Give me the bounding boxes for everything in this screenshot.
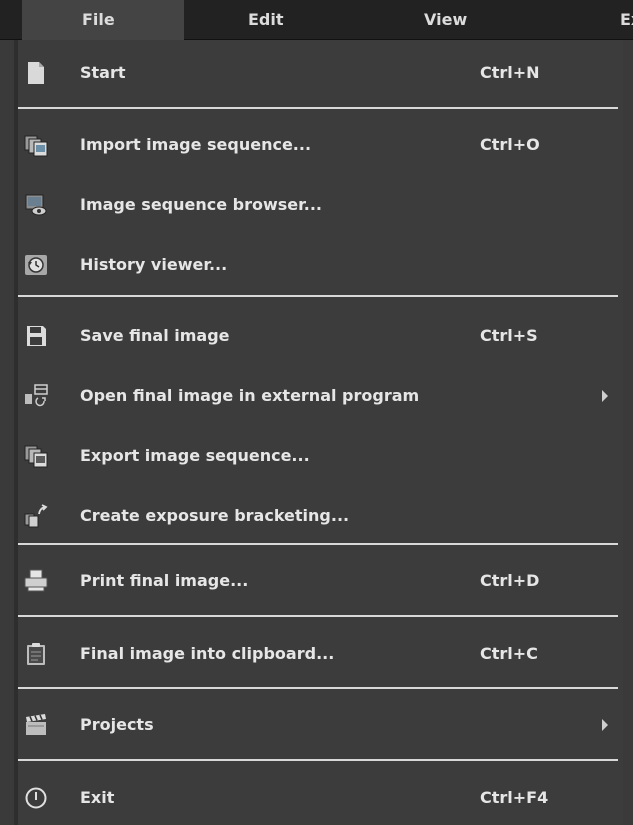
menu-item-shortcut: Ctrl+S [480, 326, 538, 345]
menu-item-import-image-sequence[interactable]: Import image sequence... Ctrl+O [14, 120, 623, 170]
menu-item-export-image-sequence[interactable]: Export image sequence... [14, 431, 623, 481]
menu-item-create-exposure-bracketing[interactable]: Create exposure bracketing... [14, 491, 623, 541]
submenu-arrow-icon [602, 390, 608, 402]
history-icon [25, 255, 47, 275]
menu-separator [18, 295, 618, 297]
menu-item-image-sequence-browser[interactable]: Image sequence browser... [14, 180, 623, 230]
menu-item-projects[interactable]: Projects [14, 700, 623, 750]
menu-bar: File Edit View Ex [0, 0, 633, 40]
clipboard-icon [27, 643, 45, 665]
menu-item-label: Final image into clipboard... [80, 644, 335, 663]
clapperboard-icon [26, 714, 46, 735]
menu-item-shortcut: Ctrl+F4 [480, 788, 549, 807]
menu-item-label: Exit [80, 788, 115, 807]
menu-item-label: Save final image [80, 326, 230, 345]
menu-item-label: Print final image... [80, 571, 249, 590]
menu-item-save-final-image[interactable]: Save final image Ctrl+S [14, 311, 623, 361]
menu-item-shortcut: Ctrl+D [480, 571, 540, 590]
menu-item-shortcut: Ctrl+C [480, 644, 538, 663]
menu-item-label: History viewer... [80, 255, 228, 274]
blank-page-icon [28, 62, 44, 84]
menu-item-shortcut: Ctrl+O [480, 135, 540, 154]
menu-item-label: Open final image in external program [80, 386, 420, 405]
bracketing-icon [24, 504, 48, 528]
submenu-arrow-icon [602, 719, 608, 731]
external-program-icon [25, 384, 48, 407]
menu-item-label: Create exposure bracketing... [80, 506, 350, 525]
menu-separator [18, 687, 618, 689]
menu-item-history-viewer[interactable]: History viewer... [14, 240, 623, 290]
menu-separator [18, 543, 618, 545]
menu-item-label: Import image sequence... [80, 135, 312, 154]
menu-item-print-final-image[interactable]: Print final image... Ctrl+D [14, 556, 623, 606]
menu-item-label: Start [80, 63, 126, 82]
power-icon [25, 787, 47, 809]
menu-separator [18, 107, 618, 109]
menu-item-open-in-external-program[interactable]: Open final image in external program [14, 371, 623, 421]
browser-icon [25, 194, 47, 216]
menu-item-shortcut: Ctrl+N [480, 63, 540, 82]
menu-item-exit[interactable]: Exit Ctrl+F4 [14, 773, 623, 823]
menu-separator [18, 759, 618, 761]
menu-item-label: Image sequence browser... [80, 195, 322, 214]
menu-file[interactable]: File [22, 0, 184, 40]
menu-item-final-image-into-clipboard[interactable]: Final image into clipboard... Ctrl+C [14, 629, 623, 679]
import-images-icon [24, 135, 48, 157]
menu-item-start[interactable]: Start Ctrl+N [14, 48, 623, 98]
file-dropdown-menu: Start Ctrl+N Import image sequence... Ct… [14, 40, 623, 825]
save-icon [27, 326, 46, 346]
menu-view[interactable]: View [424, 0, 467, 40]
menu-separator [18, 615, 618, 617]
menu-extra[interactable]: Ex [620, 0, 633, 40]
printer-icon [24, 569, 48, 592]
menu-item-label: Export image sequence... [80, 446, 310, 465]
menu-edit[interactable]: Edit [248, 0, 284, 40]
menu-item-label: Projects [80, 715, 154, 734]
export-images-icon [24, 445, 48, 468]
